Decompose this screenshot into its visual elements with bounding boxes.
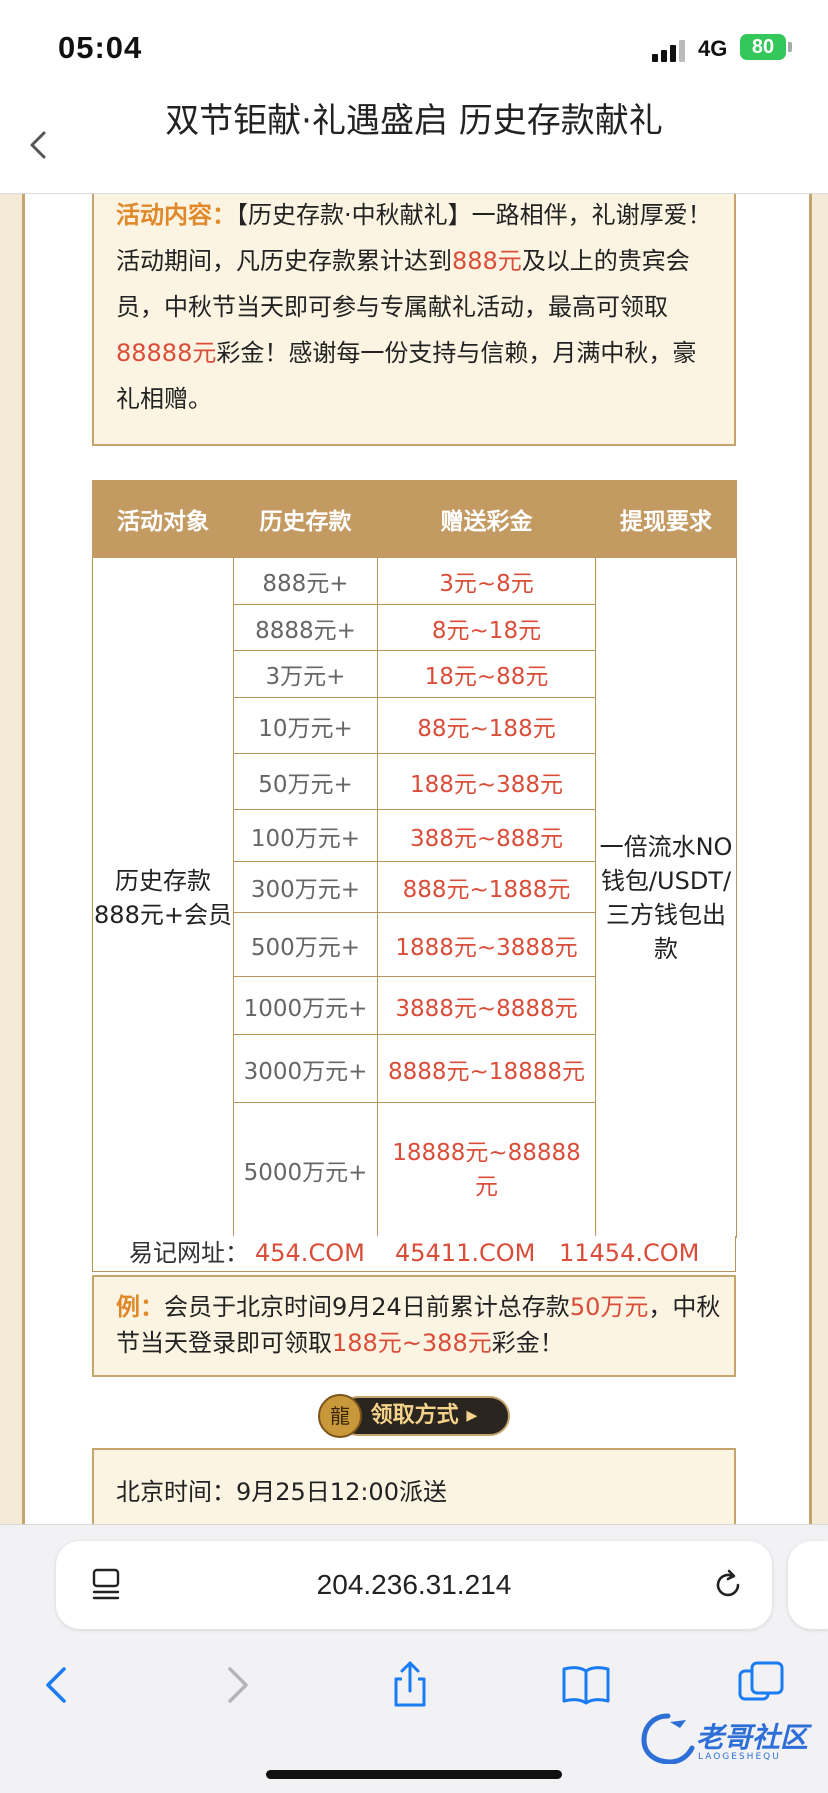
deposit-cell: 3000万元+ [233, 1034, 378, 1103]
header-target: 活动对象 [92, 480, 234, 558]
network-type: 4G [698, 36, 728, 61]
bonus-cell: 888元~1888元 [377, 861, 596, 913]
table-header-row: 活动对象 历史存款 赠送彩金 提现要求 [92, 480, 737, 558]
bonus-cell: 18元~88元 [377, 650, 596, 698]
easy-url-label: 易记网址： [129, 1239, 249, 1267]
battery-tip [788, 42, 792, 52]
deposit-cell: 300万元+ [233, 861, 378, 913]
easy-url-link[interactable]: 11454.COM [559, 1236, 699, 1270]
bookmarks-icon[interactable] [556, 1655, 616, 1715]
battery-level: 80 [751, 36, 775, 58]
bonus-cell: 3元~8元 [377, 557, 596, 605]
page-menu-icon[interactable] [90, 1567, 124, 1601]
bonus-table: 活动对象 历史存款 赠送彩金 提现要求 历史存款888元+会员 888元+ 3元… [92, 480, 737, 1238]
address-bar[interactable]: 204.236.31.214 [56, 1541, 772, 1629]
intro-max-amount: 88888元 [116, 339, 217, 367]
battery-icon: 80 [740, 34, 786, 60]
bonus-cell: 8元~18元 [377, 604, 596, 651]
home-indicator[interactable] [266, 1770, 562, 1779]
claim-method-pill: 领取方式 ▸ [338, 1396, 510, 1436]
activity-description: 活动内容：【历史存款·中秋献礼】一路相伴，礼谢厚爱！活动期间，凡历史存款累计达到… [116, 194, 716, 422]
claim-method-label: 领取方式 [370, 1403, 459, 1428]
bonus-cell: 88元~188元 [377, 697, 596, 754]
page-title: 双节钜献·礼遇盛启 历史存款献礼 [165, 101, 663, 141]
page-content: 活动内容：【历史存款·中秋献礼】一路相伴，礼谢厚爱！活动期间，凡历史存款累计达到… [0, 194, 828, 1524]
bonus-cell: 188元~388元 [377, 753, 596, 810]
easy-url-row: 易记网址： 454.COM 45411.COM 11454.COM [92, 1236, 736, 1272]
example-amount: 50万元 [569, 1293, 649, 1321]
table-row: 历史存款888元+会员 888元+ 3元~8元 一倍流水NO钱包/USDT/三方… [92, 557, 737, 1238]
navigation-bar: 双节钜献·礼遇盛启 历史存款献礼 [0, 95, 828, 194]
bonus-cell: 8888元~18888元 [377, 1034, 596, 1103]
example-text-3: 彩金！ [491, 1329, 564, 1357]
example-text: 例：会员于北京时间9月24日前累计总存款50万元，中秋节当天登录即可领取188元… [116, 1289, 726, 1361]
header-deposit: 历史存款 [233, 480, 378, 558]
deposit-cell: 50万元+ [233, 753, 378, 810]
dragon-emblem-icon: 龍 [318, 1394, 362, 1438]
easy-url-link[interactable]: 454.COM [255, 1236, 365, 1270]
watermark-logo: 老哥社区 LAOGESHEQU [636, 1708, 816, 1768]
deposit-cell: 5000万元+ [233, 1102, 378, 1238]
bonus-cell: 18888元~88888元 [377, 1102, 596, 1238]
address-url[interactable]: 204.236.31.214 [176, 1541, 652, 1629]
deposit-cell: 500万元+ [233, 912, 378, 977]
bonus-cell: 3888元~8888元 [377, 976, 596, 1035]
deposit-cell: 100万元+ [233, 809, 378, 862]
claim-method-button[interactable]: 领取方式 ▸ 龍 [318, 1394, 510, 1438]
status-time: 05:04 [58, 30, 143, 65]
bonus-cell: 1888元~3888元 [377, 912, 596, 977]
activity-content-box: 活动内容：【历史存款·中秋献礼】一路相伴，礼谢厚爱！活动期间，凡历史存款累计达到… [92, 194, 736, 446]
example-bonus: 188元~388元 [332, 1329, 492, 1357]
activity-label: 活动内容： [116, 201, 236, 229]
back-icon[interactable] [28, 1655, 88, 1715]
requirement-cell: 一倍流水NO钱包/USDT/三方钱包出款 [595, 557, 737, 1238]
header-requirement: 提现要求 [595, 480, 737, 558]
dragon-logo-icon [641, 1713, 695, 1764]
deposit-cell: 3万元+ [233, 650, 378, 698]
deposit-cell: 10万元+ [233, 697, 378, 754]
watermark-subtext: LAOGESHEQU [698, 1752, 781, 1762]
dispatch-box: 北京时间：9月25日12:00派送 [92, 1448, 736, 1524]
back-chevron-icon[interactable] [24, 125, 54, 165]
easy-url-link[interactable]: 45411.COM [395, 1236, 535, 1270]
example-label: 例： [116, 1293, 164, 1321]
share-icon[interactable] [380, 1655, 440, 1715]
deposit-cell: 1000万元+ [233, 976, 378, 1035]
watermark-text: 老哥社区 [696, 1721, 809, 1754]
status-bar: 05:04 4G 80 [0, 0, 828, 95]
header-bonus: 赠送彩金 [377, 480, 596, 558]
next-tab-peek[interactable] [788, 1541, 828, 1629]
reload-icon[interactable] [710, 1567, 746, 1603]
dispatch-text: 北京时间：9月25日12:00派送 [116, 1478, 447, 1506]
cellular-signal-icon [652, 38, 692, 62]
tabs-icon[interactable] [732, 1655, 792, 1715]
example-text-1: 会员于北京时间9月24日前累计总存款 [164, 1293, 570, 1321]
target-cell: 历史存款888元+会员 [92, 557, 234, 1238]
example-box: 例：会员于北京时间9月24日前累计总存款50万元，中秋节当天登录即可领取188元… [92, 1275, 736, 1377]
forward-icon[interactable] [206, 1655, 266, 1715]
deposit-cell: 8888元+ [233, 604, 378, 651]
deposit-cell: 888元+ [233, 557, 378, 605]
intro-min-amount: 888元 [452, 247, 522, 275]
bonus-cell: 388元~888元 [377, 809, 596, 862]
